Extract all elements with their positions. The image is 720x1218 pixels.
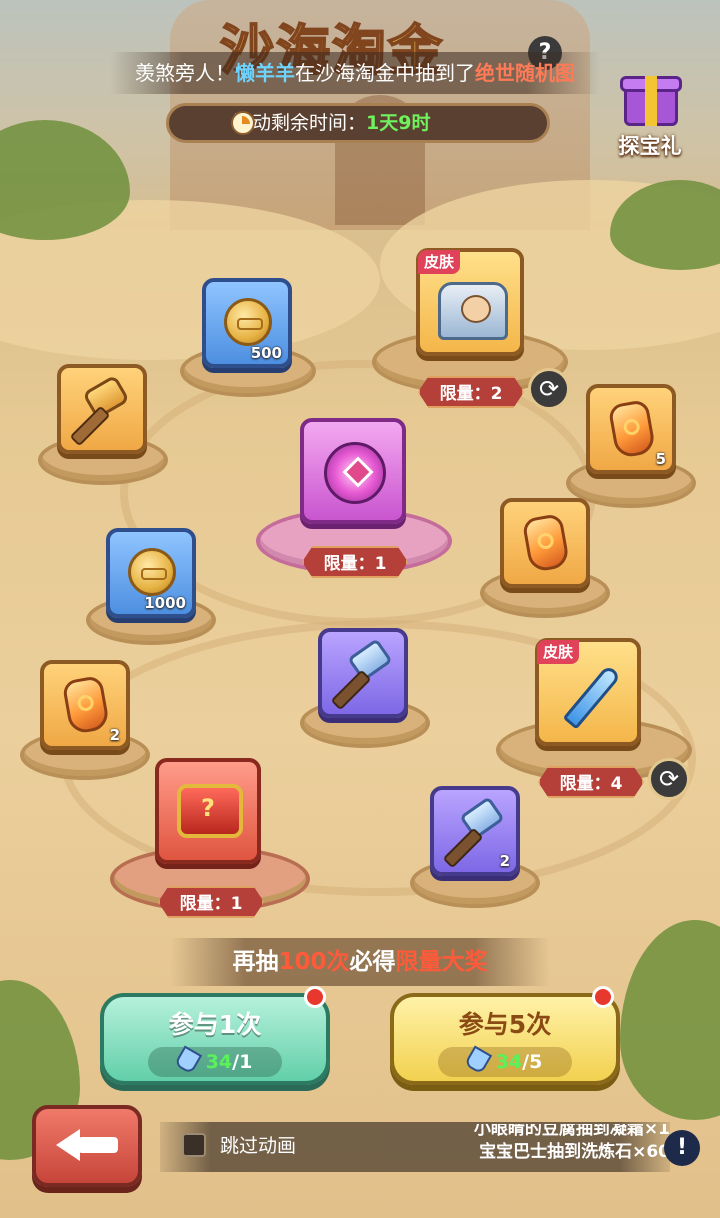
reward-treasure-chest[interactable] xyxy=(155,758,261,864)
reward-crystal-hammer-2[interactable]: 2 xyxy=(430,786,520,876)
reward-amber-gem-2[interactable]: 2 xyxy=(40,660,130,750)
notification-dot xyxy=(304,986,326,1008)
event-timer: 活动剩余时间：1天9时 xyxy=(166,103,550,143)
reward-qty: 500 xyxy=(250,344,282,362)
timer-value: 1天9时 xyxy=(366,112,431,134)
emblem-icon xyxy=(324,442,386,504)
feed-line: 小眼睛的豆腐抽到凝霜×1 xyxy=(473,1124,670,1139)
promo-text-c: 必得 xyxy=(349,949,396,975)
reward-coin-500[interactable]: 500 xyxy=(202,278,292,368)
shovel-icon xyxy=(463,1045,492,1075)
back-arrow-icon xyxy=(56,1129,80,1161)
draw-once-button[interactable]: 参与1次 34/1 xyxy=(100,993,330,1085)
refresh-icon[interactable]: ⟳ xyxy=(528,368,570,410)
marquee-player: 懒羊羊 xyxy=(235,61,295,85)
feed-line: 宝宝巴士抽到洗炼石×60 xyxy=(479,1142,670,1162)
promo-text-a: 再抽 xyxy=(232,949,279,975)
reward-crystal-hammer[interactable] xyxy=(318,628,408,718)
back-button[interactable] xyxy=(32,1105,142,1187)
gold-coin-icon xyxy=(224,298,272,346)
amber-gem-icon xyxy=(61,674,111,736)
skip-animation-checkbox[interactable] xyxy=(182,1133,206,1157)
marquee-middle: 在沙海淘金中抽到了 xyxy=(295,61,475,85)
skin-tag: 皮肤 xyxy=(418,250,461,274)
hero-skin-icon xyxy=(438,282,508,340)
promo-count: 100次 xyxy=(278,949,350,975)
reward-qty: 5 xyxy=(655,450,666,468)
draw-result-feed: 小眼睛的豆腐抽到凝霜×1 宝宝巴士抽到洗炼石×60 xyxy=(410,1124,670,1170)
reward-coin-1000[interactable]: 1000 xyxy=(106,528,196,618)
palm-tree xyxy=(620,920,720,1120)
shovel-icon xyxy=(173,1045,202,1075)
marquee-prefix: 羡煞旁人！ xyxy=(135,61,235,85)
broadcast-marquee: 羡煞旁人！懒羊羊在沙海淘金中抽到了绝世随机图 xyxy=(110,52,600,94)
treasure-gift-button[interactable] xyxy=(618,68,682,128)
draw-five-button[interactable]: 参与5次 34/5 xyxy=(390,993,620,1085)
reward-emblem[interactable] xyxy=(300,418,406,524)
reward-hero-skin[interactable]: 皮肤 xyxy=(416,248,524,356)
skin-tag: 皮肤 xyxy=(537,640,580,664)
limit-badge: 限量：1 xyxy=(302,546,408,578)
skip-animation-label[interactable]: 跳过动画 xyxy=(220,1133,296,1159)
cost-need: /1 xyxy=(232,1051,253,1073)
reward-axe[interactable] xyxy=(57,364,147,454)
reward-qty: 2 xyxy=(109,726,120,744)
treasure-chest-icon xyxy=(177,784,243,838)
marquee-reward: 绝世随机图 xyxy=(475,61,575,85)
cost-have: 34 xyxy=(495,1051,523,1073)
reward-qty: 2 xyxy=(499,852,510,870)
limit-badge: 限量：1 xyxy=(158,886,264,918)
clock-icon xyxy=(231,111,255,135)
gift-ribbon xyxy=(645,76,657,126)
notification-dot xyxy=(592,986,614,1008)
amber-gem-icon xyxy=(521,512,571,574)
hammer-handle xyxy=(330,669,372,711)
gold-coin-icon xyxy=(128,548,176,596)
draw-five-label: 参与5次 xyxy=(458,1010,552,1039)
reward-amber-gem[interactable] xyxy=(500,498,590,588)
info-icon[interactable]: ! xyxy=(664,1130,700,1166)
amber-gem-icon xyxy=(607,398,657,460)
axe-handle xyxy=(69,405,111,447)
promo-prize: 限量大奖 xyxy=(395,949,488,975)
cost-need: /5 xyxy=(522,1051,543,1073)
reward-sword-skin[interactable]: 皮肤 xyxy=(535,638,641,746)
draw-once-cost: 34/1 xyxy=(148,1045,282,1077)
hammer-handle xyxy=(442,827,484,869)
refresh-icon[interactable]: ⟳ xyxy=(648,758,690,800)
reward-qty: 1000 xyxy=(144,594,186,612)
guarantee-banner: 再抽100次必得限量大奖 xyxy=(170,938,550,986)
limit-badge: 限量：2 xyxy=(418,376,524,408)
sword-skin-icon xyxy=(562,664,622,730)
draw-once-label: 参与1次 xyxy=(168,1010,262,1039)
limit-badge: 限量：4 xyxy=(538,766,644,798)
gift-label[interactable]: 探宝礼 xyxy=(608,130,692,160)
reward-amber-gem-5[interactable]: 5 xyxy=(586,384,676,474)
draw-five-cost: 34/5 xyxy=(438,1045,572,1077)
cost-have: 34 xyxy=(205,1051,233,1073)
back-arrow-shaft xyxy=(78,1137,118,1153)
